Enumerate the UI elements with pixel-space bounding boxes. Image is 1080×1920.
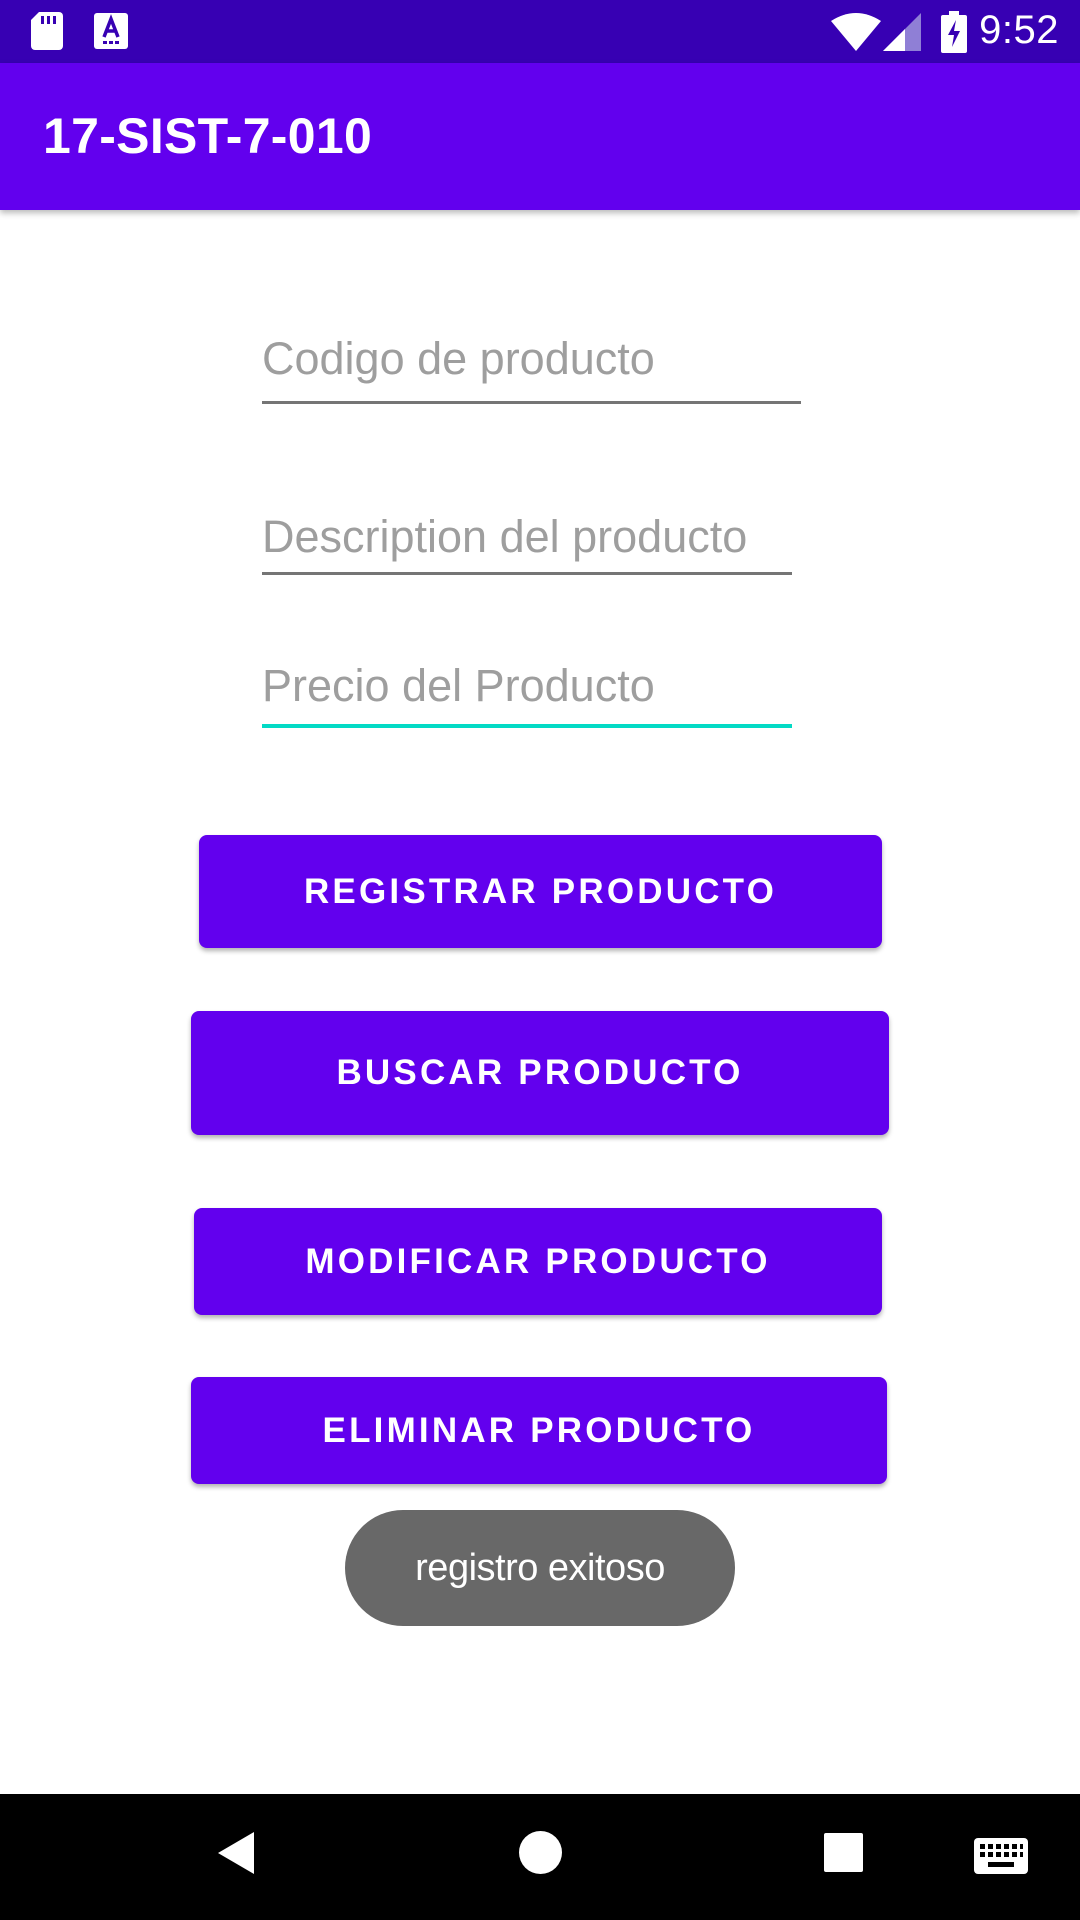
- codigo-producto-underline: [262, 401, 801, 404]
- app-screen: 9:52 17-SIST-7-010 Codigo de producto De…: [0, 0, 1080, 1920]
- recents-icon[interactable]: [824, 1833, 863, 1872]
- status-time: 9:52: [979, 8, 1059, 52]
- keyboard-assist-icon: [94, 13, 128, 49]
- home-icon[interactable]: [519, 1831, 562, 1874]
- descripcion-producto-field[interactable]: Description del producto: [262, 511, 792, 575]
- app-title: 17-SIST-7-010: [43, 108, 373, 164]
- eliminar-producto-button[interactable]: ELIMINAR PRODUCTO: [191, 1377, 887, 1484]
- battery-charging-icon: [941, 11, 967, 53]
- registrar-producto-button[interactable]: REGISTRAR PRODUCTO: [199, 835, 882, 948]
- toast-message: registro exitoso: [345, 1510, 735, 1626]
- wifi-icon: [831, 13, 881, 51]
- buscar-producto-button[interactable]: BUSCAR PRODUCTO: [191, 1011, 889, 1135]
- sd-card-icon: [31, 12, 63, 50]
- codigo-producto-placeholder: Codigo de producto: [262, 333, 655, 384]
- codigo-producto-field[interactable]: Codigo de producto: [262, 333, 801, 404]
- back-icon[interactable]: [216, 1830, 256, 1876]
- keyboard-icon[interactable]: [974, 1838, 1028, 1874]
- app-bar: 17-SIST-7-010: [0, 63, 1080, 210]
- modificar-producto-button[interactable]: MODIFICAR PRODUCTO: [194, 1208, 882, 1315]
- precio-producto-placeholder: Precio del Producto: [262, 660, 655, 711]
- descripcion-producto-underline: [262, 572, 792, 575]
- precio-producto-field[interactable]: Precio del Producto: [262, 660, 792, 728]
- descripcion-producto-placeholder: Description del producto: [262, 511, 748, 562]
- signal-icon: [883, 13, 921, 51]
- toast-text: registro exitoso: [415, 1546, 665, 1589]
- navigation-bar: [0, 1794, 1080, 1920]
- precio-producto-underline: [262, 724, 792, 728]
- status-bar: 9:52: [0, 0, 1080, 63]
